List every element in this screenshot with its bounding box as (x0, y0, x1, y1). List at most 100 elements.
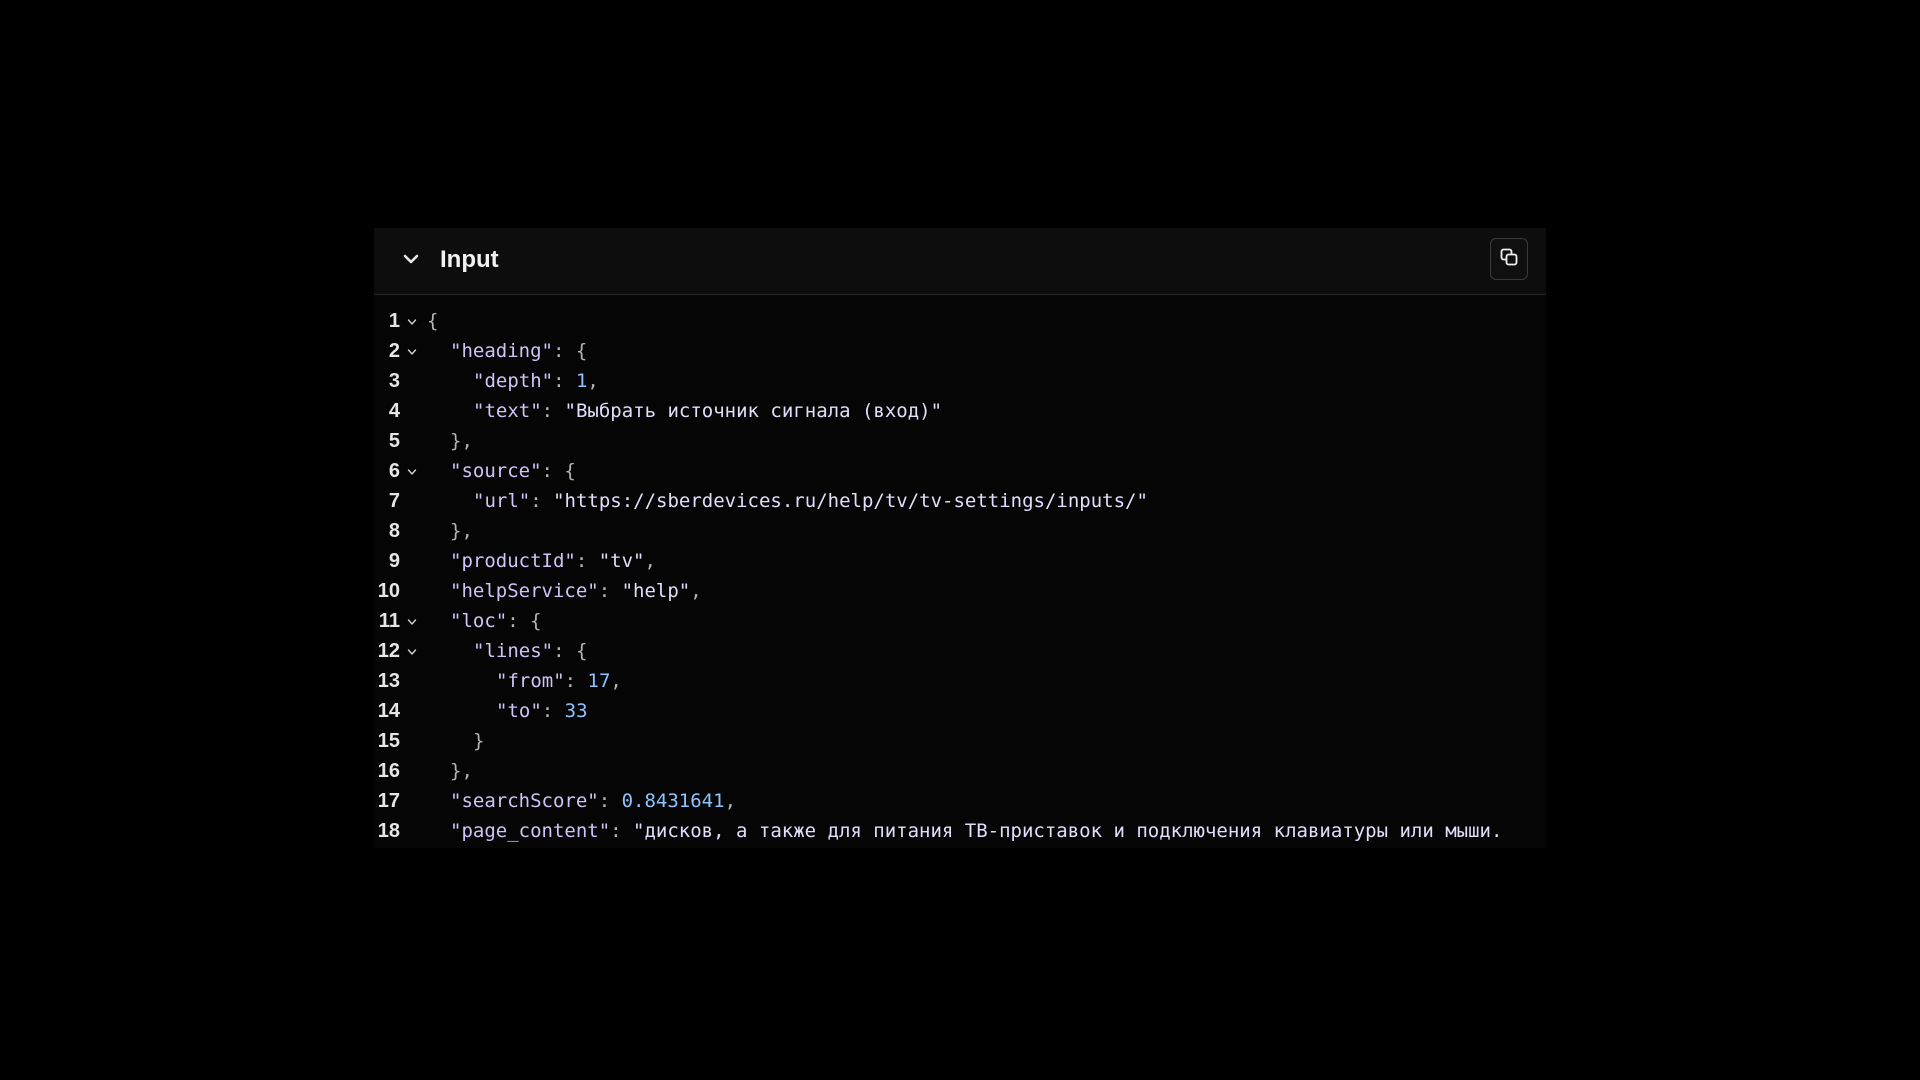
code-content: "url": "https://sberdevices.ru/help/tv/t… (473, 486, 1148, 516)
chevron-down-icon[interactable] (400, 248, 422, 270)
code-content: "depth": 1, (473, 366, 599, 396)
json-punctuation: : (564, 670, 588, 692)
json-key: "url" (473, 490, 531, 512)
code-line: 12 "lines": { (374, 636, 1546, 666)
code-line: 14 "to": 33 (374, 696, 1546, 726)
line-number: 15 (377, 730, 400, 752)
json-punctuation: : (598, 580, 622, 602)
json-number: 1 (575, 370, 588, 392)
line-number: 11 (378, 610, 400, 632)
line-number: 10 (377, 580, 400, 602)
code-line: 10 "helpService": "help", (374, 576, 1546, 606)
fold-chevron-icon[interactable] (405, 312, 419, 326)
code-content: "text": "Выбрать источник сигнала (вход)… (473, 396, 942, 426)
code-content: "searchScore": 0.8431641, (450, 786, 736, 816)
code-content: }, (450, 756, 473, 786)
json-key: "lines" (473, 640, 554, 662)
json-punctuation: , (724, 790, 737, 812)
code-line: 2 "heading": { (374, 336, 1546, 366)
panel-title: Input (440, 246, 499, 273)
code-content: "lines": { (473, 636, 587, 666)
line-number: 9 (388, 550, 400, 572)
code-line: 1{ (374, 306, 1546, 336)
code-content: "productId": "tv", (450, 546, 656, 576)
code-line: 5}, (374, 426, 1546, 456)
fold-chevron-icon[interactable] (405, 462, 419, 476)
line-number: 14 (377, 700, 400, 722)
line-number: 17 (377, 790, 400, 812)
fold-chevron-icon[interactable] (405, 612, 419, 626)
json-punctuation: : (553, 370, 576, 392)
json-number: 0.8431641 (621, 790, 725, 812)
json-key: "helpService" (450, 580, 599, 602)
line-number: 13 (377, 670, 400, 692)
json-key: "searchScore" (450, 790, 599, 812)
json-punctuation: : { (552, 340, 588, 362)
code-content: } (473, 726, 484, 756)
code-content: "to": 33 (496, 696, 588, 726)
json-number: 33 (564, 700, 588, 722)
fold-chevron-icon[interactable] (405, 342, 419, 356)
json-key: "heading" (450, 340, 553, 362)
json-punctuation: : (598, 790, 622, 812)
code-line: 7 "url": "https://sberdevices.ru/help/tv/… (374, 486, 1546, 516)
copy-button[interactable] (1490, 238, 1528, 280)
json-punctuation: { (427, 310, 439, 332)
json-punctuation: }, (450, 520, 473, 542)
json-string: "help" (621, 580, 691, 602)
code-viewer[interactable]: 1{2 "heading": {3 "depth": 1, 4 "text": "Выб… (374, 306, 1546, 846)
line-number: 4 (388, 400, 400, 422)
json-punctuation: }, (450, 760, 473, 782)
panel-header[interactable]: Input (374, 228, 1546, 295)
json-key: "productId" (450, 550, 576, 572)
code-line: 13 "from": 17, (374, 666, 1546, 696)
line-number: 8 (388, 520, 400, 542)
code-content: "from": 17, (496, 666, 622, 696)
code-content: "loc": { (450, 606, 542, 636)
json-key: "depth" (473, 370, 554, 392)
json-punctuation: : (530, 490, 554, 512)
json-punctuation: }, (450, 430, 473, 452)
json-punctuation: , (587, 370, 599, 392)
json-key: "source" (450, 460, 542, 482)
line-number: 2 (388, 340, 400, 362)
json-punctuation: : (610, 820, 634, 842)
code-line: 18 "page_content": "дисков, а также для п… (374, 816, 1546, 846)
json-string: "дисков, а также для питания ТВ-приставо… (633, 820, 1503, 842)
line-number: 3 (388, 370, 400, 392)
json-string: "Выбрать источник сигнала (вход)" (564, 400, 943, 422)
fold-chevron-icon[interactable] (405, 642, 419, 656)
json-punctuation: : { (553, 640, 588, 662)
code-content: { (427, 306, 438, 336)
code-line: 11 "loc": { (374, 606, 1546, 636)
code-content: "helpService": "help", (450, 576, 702, 606)
json-punctuation: , (610, 670, 622, 692)
line-number: 5 (388, 430, 400, 452)
json-punctuation: : { (507, 610, 542, 632)
json-key: "from" (496, 670, 565, 692)
code-line: 16}, (374, 756, 1546, 786)
json-key: "text" (473, 400, 542, 422)
code-line: 17 "searchScore": 0.8431641, (374, 786, 1546, 816)
json-punctuation: : (575, 550, 599, 572)
code-content: "source": { (450, 456, 576, 486)
json-punctuation: } (473, 730, 485, 752)
json-string: "tv" (598, 550, 645, 572)
code-line: 4 "text": "Выбрать источник сигнала (вход… (374, 396, 1546, 426)
code-line: 6 "source": { (374, 456, 1546, 486)
json-number: 17 (587, 670, 611, 692)
input-panel: Input 1{2 "heading": {3 "depth": 1, 4 "text"… (374, 228, 1546, 848)
code-line: 3 "depth": 1, (374, 366, 1546, 396)
json-string: "https://sberdevices.ru/help/tv/tv-setti… (553, 490, 1148, 512)
json-punctuation: , (644, 550, 656, 572)
json-key: "page_content" (450, 820, 611, 842)
copy-icon (1499, 247, 1519, 272)
json-punctuation: : (541, 700, 565, 722)
code-line: 15} (374, 726, 1546, 756)
code-content: "page_content": "дисков, а также для пит… (450, 816, 1502, 846)
line-number: 6 (388, 460, 400, 482)
code-content: }, (450, 516, 473, 546)
code-content: "heading": { (450, 336, 587, 366)
code-line: 8}, (374, 516, 1546, 546)
json-punctuation: : (541, 400, 565, 422)
